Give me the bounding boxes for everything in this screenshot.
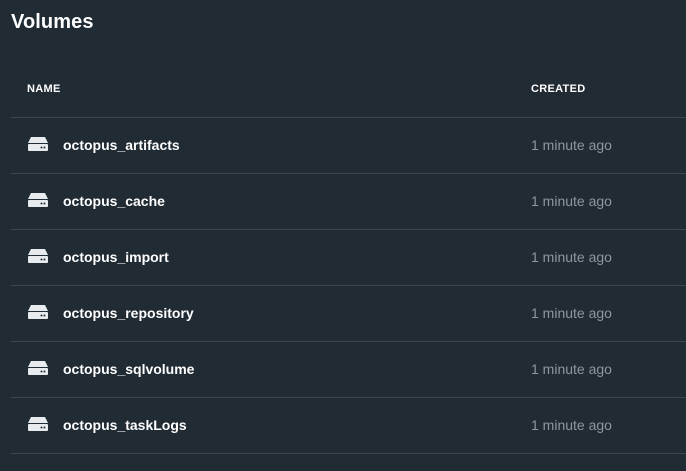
volume-icon	[27, 304, 49, 320]
table-row[interactable]: octopus_import 1 minute ago	[11, 230, 686, 286]
volume-icon	[27, 136, 49, 152]
table-row[interactable]: octopus_sqlvolume 1 minute ago	[11, 342, 686, 398]
page-title: Volumes	[11, 11, 94, 33]
volume-name-link[interactable]: octopus_taskLogs	[63, 417, 187, 433]
volume-created-time: 1 minute ago	[531, 417, 612, 433]
column-header-name[interactable]: NAME	[27, 83, 61, 95]
volume-created-time: 1 minute ago	[531, 193, 612, 209]
table-body: octopus_artifacts 1 minute ago octopus_cac…	[11, 118, 686, 454]
volume-name-link[interactable]: octopus_import	[63, 249, 169, 265]
volume-icon	[27, 360, 49, 376]
volume-name-link[interactable]: octopus_artifacts	[63, 137, 180, 153]
volume-created-time: 1 minute ago	[531, 305, 612, 321]
volume-created-time: 1 minute ago	[531, 361, 612, 377]
table-row[interactable]: octopus_artifacts 1 minute ago	[11, 118, 686, 174]
volumes-table: NAME CREATED octopus_artifacts 1 minute a…	[11, 62, 686, 454]
table-row[interactable]: octopus_cache 1 minute ago	[11, 174, 686, 230]
volumes-page: Volumes NAME CREATED octopus_artifacts 1 …	[0, 0, 686, 471]
volume-name-link[interactable]: octopus_cache	[63, 193, 165, 209]
volume-icon	[27, 192, 49, 208]
volume-created-time: 1 minute ago	[531, 137, 612, 153]
volume-created-time: 1 minute ago	[531, 249, 612, 265]
volume-icon	[27, 248, 49, 264]
volume-icon	[27, 416, 49, 432]
table-row[interactable]: octopus_repository 1 minute ago	[11, 286, 686, 342]
volume-name-link[interactable]: octopus_repository	[63, 305, 194, 321]
volume-name-link[interactable]: octopus_sqlvolume	[63, 361, 194, 377]
table-row[interactable]: octopus_taskLogs 1 minute ago	[11, 398, 686, 454]
column-header-created[interactable]: CREATED	[531, 83, 585, 95]
table-header: NAME CREATED	[11, 62, 686, 118]
